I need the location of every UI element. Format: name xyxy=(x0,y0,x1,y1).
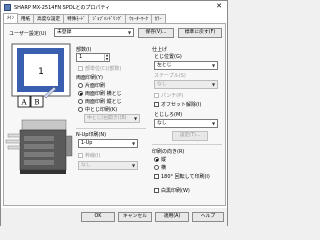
printer-machine-illustration xyxy=(5,119,73,174)
rotate-180-label: 180° 回転して印刷(I) xyxy=(161,174,210,180)
radio-dot[interactable] xyxy=(78,107,83,112)
punch-checkbox-box[interactable] xyxy=(154,93,159,98)
spin-arrows-icon[interactable]: ▲ ▼ xyxy=(104,53,109,61)
staple-label: ステープル(S) xyxy=(154,73,186,79)
chevron-down-icon: ▼ xyxy=(211,82,216,87)
orientation-portrait[interactable]: 縦 xyxy=(154,156,166,163)
user-settings-value: 未登録 xyxy=(57,30,72,35)
duplex-option-label: 両面印刷 横とじ xyxy=(85,91,122,97)
nup-select[interactable]: 1-Up ▼ xyxy=(78,139,138,148)
radio-dot[interactable] xyxy=(78,99,83,104)
nup-value: 1-Up xyxy=(81,141,93,146)
binding-select[interactable]: 左とじ ▼ xyxy=(154,61,218,70)
finishing-title: 仕上げ xyxy=(152,47,168,53)
restore-default-button[interactable]: 標準に戻す(F) xyxy=(178,28,222,38)
duplex-option-simplex[interactable]: 片面印刷 xyxy=(78,82,105,89)
copies-value: 1 xyxy=(79,54,83,60)
radio-dot[interactable] xyxy=(78,83,83,88)
title-bar: SHARP MX-2514FN SPDLとのプロパティ ✕ xyxy=(1,1,227,13)
punch-label: パンチ(P) xyxy=(161,93,184,99)
ok-button[interactable]: OK xyxy=(81,212,115,222)
cancel-button[interactable]: キャンセル xyxy=(118,212,152,222)
staple-select[interactable]: なし ▼ xyxy=(154,80,218,89)
monochrome-checkbox-box[interactable] xyxy=(154,188,159,193)
window-title: SHARP MX-2514FN SPDLとのプロパティ xyxy=(14,4,111,11)
chevron-down-icon: ▼ xyxy=(211,121,216,126)
divider xyxy=(76,128,146,129)
duplex-option-label: 中とじ印刷(K) xyxy=(85,107,118,113)
dialog-button-bar: OK キャンセル 適用(A) ヘルプ xyxy=(1,208,227,226)
orientation-option-label: 縦 xyxy=(161,157,167,163)
rotate-180-checkbox-box[interactable] xyxy=(154,174,159,179)
booklet-type-value: 中とじ(右開き)(B) xyxy=(87,116,127,121)
printer-properties-dialog: SHARP MX-2514FN SPDLとのプロパティ ✕ ﾒｲﾝ 用紙 高度な… xyxy=(0,0,228,226)
nup-label: N-Up印刷(N) xyxy=(76,132,107,138)
collate-checkbox-box[interactable] xyxy=(78,66,83,71)
duplex-option-label: 両面印刷 縦とじ xyxy=(85,99,122,105)
binding-label: とじ位置(G) xyxy=(154,54,182,60)
margin-label: とじしろ(M) xyxy=(154,112,183,118)
nup-order-select[interactable]: なし ▼ xyxy=(78,161,138,170)
main-panel: ユーザー設定(U) 未登録 ▼ 保存(V)... 標準に戻す(F) 1 A B xyxy=(3,23,226,206)
orientation-label: 印刷の向き(R) xyxy=(152,149,185,155)
nup-order-value: なし xyxy=(81,163,91,168)
save-settings-button[interactable]: 保存(V)... xyxy=(138,28,174,38)
nup-border-checkbox[interactable]: 枠線(I) xyxy=(78,152,100,159)
orientation-landscape[interactable]: 横 xyxy=(154,164,166,171)
preview-label-a: A xyxy=(20,99,27,107)
copies-spinner[interactable]: 1 ▲ ▼ xyxy=(76,53,110,62)
help-button[interactable]: ヘルプ xyxy=(192,212,224,222)
chevron-down-icon: ▼ xyxy=(211,63,216,68)
duplex-option-label: 片面印刷 xyxy=(85,83,106,89)
duplex-option-long-edge[interactable]: 両面印刷 横とじ xyxy=(78,90,122,97)
divider xyxy=(152,144,222,145)
copies-label: 部数(I) xyxy=(76,47,92,53)
preview-area: 1 A B xyxy=(5,43,73,174)
monochrome-checkbox[interactable]: 白黒印刷(W) xyxy=(154,187,190,194)
radio-dot[interactable] xyxy=(154,165,159,170)
user-settings-label: ユーザー設定(U) xyxy=(9,31,47,37)
duplex-option-short-edge[interactable]: 両面印刷 縦とじ xyxy=(78,98,122,105)
collate-checkbox-label: 部単位(C)(部数) xyxy=(85,66,122,72)
chevron-down-icon: ▼ xyxy=(127,30,132,35)
offset-checkbox[interactable]: オフセット解除(I) xyxy=(154,101,201,108)
user-settings-select[interactable]: 未登録 ▼ xyxy=(54,28,134,37)
binding-value: 左とじ xyxy=(157,63,172,68)
close-icon[interactable]: ✕ xyxy=(214,2,224,11)
monochrome-label: 白黒印刷(W) xyxy=(161,188,190,194)
offset-label: オフセット解除(I) xyxy=(161,102,202,108)
preview-label-b: B xyxy=(34,99,39,107)
chevron-down-icon: ▼ xyxy=(131,163,136,168)
radio-dot-selected[interactable] xyxy=(78,91,83,96)
booklet-type-select[interactable]: 中とじ(右開き)(B) ▼ xyxy=(84,114,140,123)
orientation-option-label: 横 xyxy=(161,165,167,171)
punch-checkbox[interactable]: パンチ(P) xyxy=(154,92,183,99)
offset-checkbox-box[interactable] xyxy=(154,102,159,107)
apply-button[interactable]: 適用(A) xyxy=(155,212,189,222)
margin-value: なし xyxy=(157,121,167,126)
chevron-down-icon: ▼ xyxy=(133,116,138,121)
duplex-label: 両面印刷(Y) xyxy=(76,75,103,81)
margin-select[interactable]: なし ▼ xyxy=(154,119,218,128)
radio-dot-selected[interactable] xyxy=(154,157,159,162)
rotate-180-checkbox[interactable]: 180° 回転して印刷(I) xyxy=(154,173,210,180)
nup-border-label: 枠線(I) xyxy=(85,153,101,159)
preview-page-number: 1 xyxy=(38,67,44,77)
chevron-down-icon: ▼ xyxy=(131,141,136,146)
margin-settings-button[interactable]: 設定(T)... xyxy=(172,131,208,141)
nup-border-checkbox-box[interactable] xyxy=(78,153,83,158)
printer-icon xyxy=(4,3,11,11)
collate-checkbox[interactable]: 部単位(C)(部数) xyxy=(78,65,121,72)
staple-value: なし xyxy=(157,82,167,87)
duplex-option-booklet[interactable]: 中とじ印刷(K) xyxy=(78,106,117,113)
